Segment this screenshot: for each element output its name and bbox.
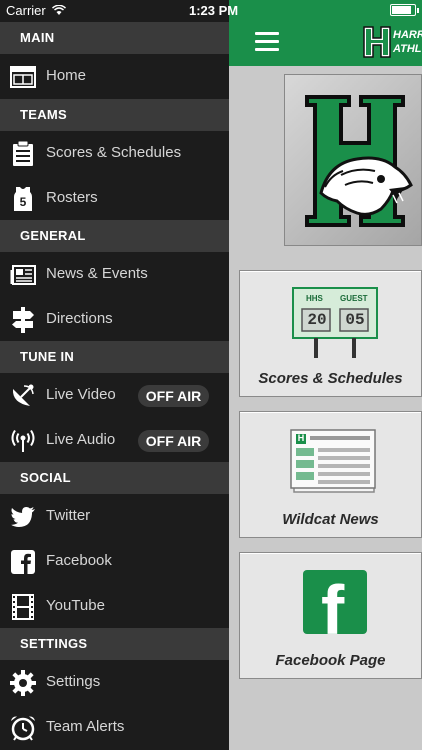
battery-icon <box>390 4 419 16</box>
off-air-badge: OFF AIR <box>138 385 209 407</box>
film-strip-icon <box>10 594 36 620</box>
sidebar-item-news-events[interactable]: News & Events <box>0 252 229 297</box>
facebook-icon <box>10 549 36 575</box>
twitter-icon <box>10 504 36 530</box>
wildcat-news-card[interactable]: H Wildcat News <box>239 411 422 538</box>
sidebar-menu: MAIN Home TEAMS Scores & Schedules 5 Ros… <box>0 0 229 750</box>
gear-icon <box>10 670 36 696</box>
sidebar-item-live-audio[interactable]: Live Audio OFF AIR <box>0 418 229 463</box>
alarm-clock-icon <box>10 715 36 741</box>
scoreboard-icon <box>10 141 36 167</box>
home-score: 20 <box>307 311 327 329</box>
sidebar-item-label: Home <box>46 67 87 84</box>
newspaper-icon: H <box>290 428 378 494</box>
carrier-name: Carrier <box>6 3 46 18</box>
facebook-page-card[interactable]: f Facebook Page <box>239 552 422 679</box>
logo-letter: H <box>377 47 378 49</box>
scores-schedules-card[interactable]: HHS GUEST 20 05 Scores & Schedules <box>239 270 422 397</box>
facebook-letter: f <box>321 571 345 634</box>
guest-score: 05 <box>345 311 365 329</box>
sidebar-item-label: Twitter <box>46 507 91 524</box>
brand-title: HARR ATHL <box>393 28 422 56</box>
sidebar-item-directions[interactable]: Directions <box>0 297 229 342</box>
scoreboard-icon: HHS GUEST 20 05 <box>292 287 378 359</box>
status-bar: Carrier 1:23 PM <box>0 0 422 22</box>
sidebar-item-youtube[interactable]: YouTube <box>0 584 229 629</box>
sidebar-item-label: Live Audio <box>46 431 116 448</box>
sidebar-item-label: Rosters <box>46 189 98 206</box>
sidebar-item-label: Directions <box>46 310 113 327</box>
sidebar-item-label: Settings <box>46 673 101 690</box>
card-caption: Scores & Schedules <box>258 370 403 387</box>
main-panel: H HARR ATHL HHS GUEST 20 05 Scores & Sch… <box>229 0 422 750</box>
off-air-badge: OFF AIR <box>138 430 209 452</box>
home-label: HHS <box>306 294 323 303</box>
newspaper-icon <box>10 262 36 288</box>
sidebar-item-facebook[interactable]: Facebook <box>0 539 229 584</box>
sidebar-item-rosters[interactable]: 5 Rosters <box>0 176 229 221</box>
sidebar-item-label: Team Alerts <box>46 718 125 735</box>
sidebar-item-label: YouTube <box>46 597 105 614</box>
sidebar-item-label: Scores & Schedules <box>46 144 182 161</box>
sidebar-item-home[interactable]: Home <box>0 54 229 99</box>
school-logo-icon: H <box>363 26 391 58</box>
signpost-icon <box>10 307 36 333</box>
newspaper-letter: H <box>297 433 305 443</box>
sidebar-item-twitter[interactable]: Twitter <box>0 494 229 539</box>
broadcast-icon <box>10 428 36 454</box>
facebook-icon: f <box>303 570 367 634</box>
sidebar-item-scores-schedules[interactable]: Scores & Schedules <box>0 131 229 176</box>
guest-label: GUEST <box>340 294 368 303</box>
card-caption: Wildcat News <box>282 511 379 528</box>
sidebar-item-label: Live Video <box>46 386 116 403</box>
wifi-icon <box>51 3 66 18</box>
card-caption: Facebook Page <box>275 652 386 669</box>
sidebar-item-label: News & Events <box>46 265 148 282</box>
sidebar-item-team-alerts[interactable]: Team Alerts <box>0 705 229 750</box>
clock: 1:23 PM <box>189 3 239 18</box>
sidebar-item-live-video[interactable]: Live Video OFF AIR <box>0 373 229 418</box>
section-header-settings: SETTINGS <box>0 628 229 660</box>
section-header-teams: TEAMS <box>0 99 229 131</box>
sidebar-item-settings[interactable]: Settings <box>0 660 229 705</box>
section-header-general: GENERAL <box>0 220 229 252</box>
home-icon <box>10 64 36 90</box>
section-header-social: SOCIAL <box>0 462 229 494</box>
carrier: Carrier <box>6 3 66 18</box>
section-header-tune-in: TUNE IN <box>0 341 229 373</box>
satellite-dish-icon <box>10 383 36 409</box>
school-logo <box>284 74 422 246</box>
jersey-icon: 5 <box>10 186 36 212</box>
menu-icon[interactable] <box>255 32 279 52</box>
sidebar-item-label: Facebook <box>46 552 112 569</box>
jersey-number: 5 <box>19 195 27 209</box>
brand-title-line-1: HARR <box>393 29 422 41</box>
section-header-main: MAIN <box>0 22 229 54</box>
brand-title-line-2: ATHL <box>393 43 422 55</box>
